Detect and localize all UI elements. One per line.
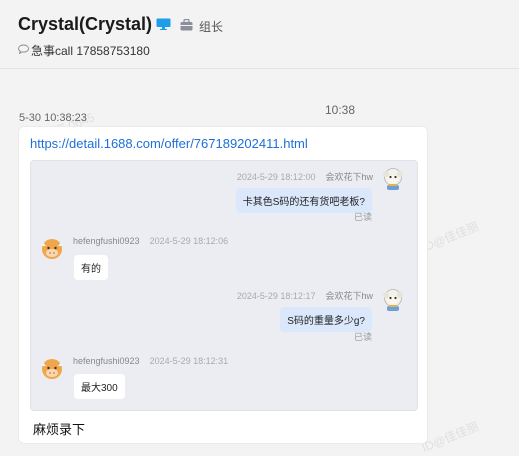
read-status: 已读 [353,332,372,342]
sender-name: hefengfushi0923 [73,236,140,246]
message-bubble[interactable]: 最大300 [74,374,125,399]
desktop-icon [156,18,171,30]
speech-bubble-icon [18,44,29,54]
watermark: ID@佳佳丽 [419,219,481,255]
watermark: ID@佳佳丽 [419,419,481,455]
sender-name: 会欢花下hw [325,172,373,182]
cow-avatar-icon [42,239,62,259]
contact-name[interactable]: Crystal(Crystal) [18,14,152,35]
contact-signature: 急事call 17858753180 [31,44,150,58]
chat-header: Crystal(Crystal) 组长 急事call 17858753180 [0,0,519,69]
message-bubble[interactable]: S码的重量多少g? [280,307,372,332]
sheep-avatar-icon [383,168,403,190]
message-time: 2024-5-29 18:12:00 [236,172,316,182]
read-status: 已读 [353,212,372,222]
message-bubble[interactable]: 有的 [74,255,108,280]
message-time: 2024-5-29 18:12:06 [149,236,229,246]
message-meta: hefengfushi0923 2024-5-29 18:12:31 [73,356,228,366]
product-link[interactable]: https://detail.1688.com/offer/7671892024… [30,136,308,151]
sender-name: 会欢花下hw [325,291,373,301]
cow-avatar-icon [42,359,62,379]
message-time: 2024-5-29 18:12:17 [236,291,316,301]
message-time: 2024-5-29 18:12:31 [149,356,229,366]
message-note: 麻烦录下 [33,422,86,437]
role-label: 组长 [199,20,224,34]
sheep-avatar-icon [383,289,403,311]
message-meta: hefengfushi0923 2024-5-29 18:12:06 [73,236,228,246]
message-card[interactable]: https://detail.1688.com/offer/7671892024… [18,126,428,444]
message-meta: 2024-5-29 18:12:17 会欢花下hw [237,289,373,302]
message-meta: 2024-5-29 18:12:00 会欢花下hw [237,170,373,183]
forwarded-chat-record[interactable]: 2024-5-29 18:12:00 会欢花下hw 卡其色S码的还有货吧老板? … [30,160,418,411]
time-divider: 10:38 [325,103,356,117]
message-timestamp: 5-30 10:38:23 [19,112,87,124]
group-leader-icon [180,19,193,31]
sender-name: hefengfushi0923 [73,356,140,366]
message-bubble[interactable]: 卡其色S码的还有货吧老板? [235,188,372,213]
